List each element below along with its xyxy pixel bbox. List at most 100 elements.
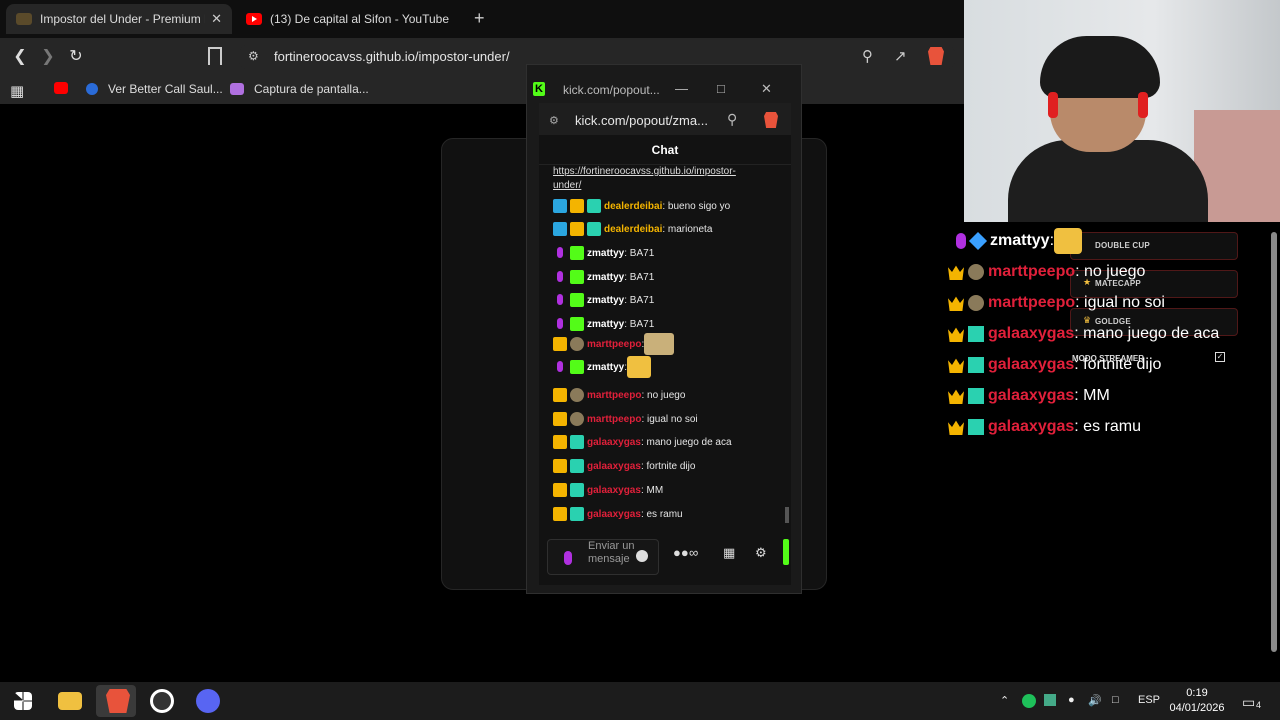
- bookmark-captura[interactable]: Captura de pantalla...: [230, 82, 369, 96]
- maximize-icon[interactable]: □: [717, 81, 725, 96]
- link-text: https://fortineroocavss.github.io/impost…: [553, 166, 736, 177]
- chat-username[interactable]: zmattyy: [587, 248, 624, 259]
- chat-username[interactable]: dealerdeibai: [604, 201, 662, 212]
- bookmark-better-call-saul[interactable]: Ver Better Call Saul...: [86, 82, 223, 96]
- site-settings-icon[interactable]: ⚙: [248, 49, 259, 63]
- clock-time: 0:19: [1186, 687, 1208, 699]
- chat-username[interactable]: marttpeepo: [587, 414, 641, 425]
- chat-message: galaaxygas : mano juego de aca: [553, 435, 732, 449]
- chat-message: marttpeepo : no juego: [553, 388, 685, 402]
- taskbar-clock[interactable]: 0:19 04/01/2026: [1164, 686, 1230, 716]
- kick-popout-window: K kick.com/popout... — □ ✕ ⚙ kick.com/po…: [526, 64, 802, 594]
- chat-text: : BA71: [624, 294, 655, 306]
- bookmark-icon[interactable]: [208, 47, 222, 65]
- chat-input-placeholder: Enviar un mensaje: [588, 540, 635, 565]
- chat-username[interactable]: zmattyy: [587, 295, 624, 306]
- infinity-icon[interactable]: ∞: [689, 545, 698, 560]
- brave-browser-icon[interactable]: [106, 689, 130, 713]
- site-settings-icon[interactable]: ⚙: [549, 114, 559, 127]
- chat-message: zmattyy :: [553, 356, 652, 378]
- gg-badge-icon: [587, 199, 601, 213]
- subscriber-badge-icon: [570, 222, 584, 236]
- page-scrollbar[interactable]: [1268, 222, 1280, 682]
- chat-username[interactable]: zmattyy: [587, 272, 624, 283]
- impostor-favicon-icon: [16, 13, 32, 25]
- bookmarks-bar: ▦ Ver Better Call Saul... Captura de pan…: [0, 76, 964, 104]
- discord-icon[interactable]: [196, 689, 220, 713]
- share-icon[interactable]: ↗: [894, 47, 907, 65]
- chat-text: : MM: [640, 484, 664, 496]
- subscriber-badge-icon: [553, 459, 567, 473]
- power-ups-icon[interactable]: ●●: [673, 545, 689, 560]
- subscriber-badge-icon: [948, 265, 964, 280]
- chat-username[interactable]: zmattyy: [587, 319, 624, 330]
- language-indicator[interactable]: ESP: [1138, 694, 1160, 706]
- file-explorer-icon[interactable]: [58, 692, 82, 710]
- reload-icon[interactable]: ↻: [66, 47, 86, 67]
- chat-input[interactable]: Enviar un mensaje: [547, 539, 659, 575]
- chat-scrollbar[interactable]: [785, 507, 789, 523]
- minimize-icon[interactable]: —: [675, 81, 688, 96]
- mic-badge-icon: [553, 246, 567, 260]
- back-icon[interactable]: ❮: [10, 47, 30, 67]
- close-window-icon[interactable]: ✕: [761, 81, 772, 97]
- youtube-favicon-icon: [246, 13, 262, 25]
- windows-start-icon[interactable]: [14, 692, 32, 710]
- scrollbar-thumb[interactable]: [1271, 232, 1277, 652]
- chat-message-list[interactable]: https://fortineroocavss.github.io/impost…: [539, 165, 791, 525]
- apps-grid-icon[interactable]: ▦: [10, 82, 24, 100]
- chat-username[interactable]: dealerdeibai: [604, 224, 662, 235]
- avatar-badge-icon: [570, 388, 584, 402]
- tray-status-icon[interactable]: [1022, 694, 1036, 708]
- chat-text: : bueno sigo yo: [662, 200, 731, 212]
- network-icon[interactable]: □: [1112, 694, 1119, 706]
- verified-badge-icon: [570, 360, 584, 374]
- overlay-message: galaaxygas : mano juego de aca: [948, 325, 1219, 343]
- overlay-username: galaaxygas: [988, 387, 1075, 404]
- emoji-icon[interactable]: [636, 550, 648, 562]
- obs-icon[interactable]: [150, 689, 174, 713]
- tab-impostor[interactable]: Impostor del Under - Premium E ✕: [6, 4, 232, 34]
- chat-username[interactable]: marttpeepo: [587, 339, 641, 350]
- brave-shield-icon[interactable]: [928, 47, 944, 65]
- webcam-feed: [964, 0, 1280, 222]
- microphone-icon[interactable]: ●: [1068, 694, 1075, 706]
- zoom-icon[interactable]: ⚲: [862, 47, 873, 65]
- chat-text: : BA71: [624, 247, 655, 259]
- new-tab-button[interactable]: +: [474, 8, 485, 29]
- chat-message: galaaxygas : MM: [553, 483, 663, 497]
- close-tab-icon[interactable]: ✕: [211, 11, 222, 27]
- overlay-text: : mano juego de aca: [1074, 325, 1220, 342]
- store-icon[interactable]: ▦: [723, 545, 735, 561]
- brave-shield-icon[interactable]: [764, 112, 778, 128]
- avatar-badge-icon: [570, 337, 584, 351]
- overlay-username: marttpeepo: [988, 263, 1076, 280]
- verified-badge-icon: [570, 246, 584, 260]
- bookmark-youtube[interactable]: [54, 82, 78, 94]
- settings-gear-icon[interactable]: ⚙: [755, 545, 767, 561]
- moderator-badge-icon: [553, 199, 567, 213]
- chat-username[interactable]: marttpeepo: [587, 390, 641, 401]
- volume-icon[interactable]: 🔊: [1088, 694, 1102, 707]
- chat-text: : fortnite dijo: [640, 460, 696, 472]
- chat-username[interactable]: galaaxygas: [587, 437, 641, 448]
- overlay-username: marttpeepo: [988, 294, 1076, 311]
- chat-username[interactable]: zmattyy: [587, 362, 624, 373]
- chat-username[interactable]: galaaxygas: [587, 461, 641, 472]
- overlay-text: : igual no soi: [1075, 294, 1165, 311]
- chat-username[interactable]: galaaxygas: [587, 509, 641, 520]
- avatar-badge-icon: [968, 264, 984, 280]
- zoom-icon[interactable]: ⚲: [727, 111, 737, 128]
- chat-username[interactable]: galaaxygas: [587, 485, 641, 496]
- tab-youtube[interactable]: (13) De capital al Sifon - YouTube: [236, 4, 460, 34]
- forward-icon[interactable]: ❯: [38, 47, 58, 67]
- windows-taskbar: ⌃ ● 🔊 □ ESP ▭ 4: [0, 682, 1280, 720]
- tray-app-icon[interactable]: [1044, 694, 1056, 706]
- notifications-icon[interactable]: ▭: [1242, 694, 1255, 711]
- send-chat-button[interactable]: [783, 539, 789, 565]
- overlay-message: galaaxygas : MM: [948, 387, 1110, 405]
- chat-link[interactable]: https://fortineroocavss.github.io/impost…: [553, 165, 736, 193]
- gg-badge-icon: [570, 483, 584, 497]
- tray-expand-icon[interactable]: ⌃: [1000, 694, 1009, 707]
- chat-text: : es ramu: [640, 508, 683, 520]
